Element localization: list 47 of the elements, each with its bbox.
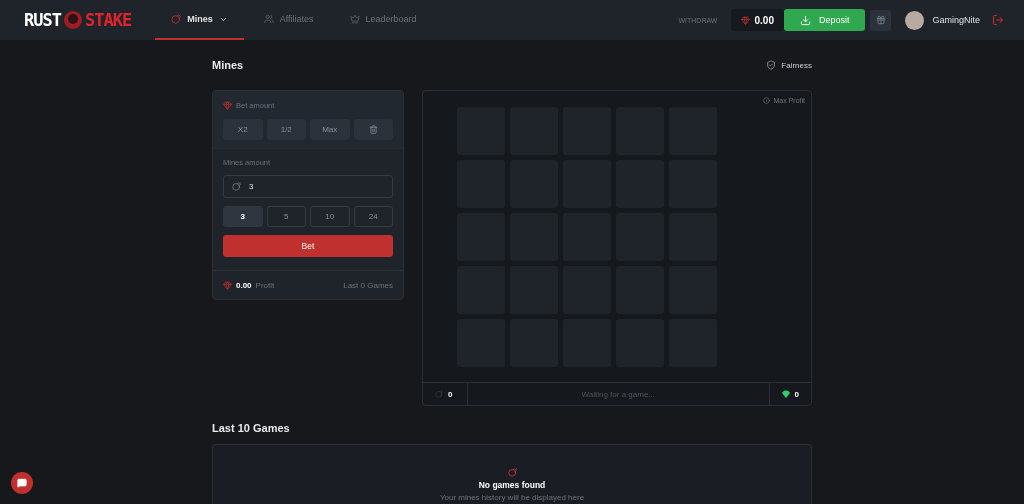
mine-icon bbox=[507, 468, 517, 477]
mines-option-button[interactable]: 10 bbox=[310, 206, 350, 227]
bet-modifier-button[interactable]: 1/2 bbox=[266, 119, 306, 140]
empty-title: No games found bbox=[478, 480, 546, 490]
mines-option-button[interactable]: 5 bbox=[266, 206, 306, 227]
people-icon bbox=[263, 14, 274, 24]
mine-icon bbox=[435, 390, 443, 398]
nav-tab[interactable]: Leaderboard bbox=[333, 0, 433, 40]
logo-text: STAKE bbox=[84, 10, 132, 30]
gem-icon bbox=[223, 101, 232, 110]
shield-icon bbox=[766, 60, 777, 70]
gift-icon bbox=[875, 15, 886, 25]
gems-count: 0 bbox=[794, 389, 799, 399]
logout-icon[interactable] bbox=[992, 14, 1004, 26]
trash-icon bbox=[368, 125, 378, 134]
mine-icon bbox=[232, 182, 241, 191]
gem-icon bbox=[781, 390, 790, 398]
nav-tab[interactable]: Affiliates bbox=[247, 0, 330, 40]
crown-icon bbox=[349, 14, 360, 24]
mine-icon bbox=[171, 14, 182, 24]
gem-icon bbox=[223, 280, 232, 290]
empty-message: Your mines history will be displayed here bbox=[439, 493, 585, 502]
avatar[interactable] bbox=[905, 10, 925, 30]
chat-icon bbox=[17, 478, 27, 488]
fairness-link[interactable]: Fairness bbox=[766, 60, 812, 70]
profit-value: 0.00 bbox=[236, 280, 252, 290]
section-title: Last 10 Games bbox=[212, 422, 290, 434]
page-title: Mines bbox=[212, 59, 244, 71]
gem-icon bbox=[741, 15, 751, 25]
clear-button[interactable] bbox=[353, 119, 393, 140]
nav-tab[interactable]: Mines bbox=[155, 0, 244, 40]
balance-display: 0.00 bbox=[731, 9, 784, 31]
chat-button[interactable] bbox=[11, 472, 33, 494]
bet-button[interactable]: Bet bbox=[223, 235, 393, 257]
gift-button[interactable] bbox=[870, 9, 892, 31]
logo-text: RUST bbox=[24, 10, 61, 30]
bet-modifier-button[interactable]: X2 bbox=[223, 119, 263, 140]
bet-modifier-button[interactable]: Max bbox=[310, 119, 350, 140]
mines-option-button[interactable]: 3 bbox=[223, 206, 263, 227]
download-icon bbox=[799, 14, 811, 26]
profit-label: Profit bbox=[255, 280, 275, 290]
deposit-button[interactable]: Deposit bbox=[783, 9, 866, 31]
mines-input[interactable]: 3 bbox=[223, 175, 393, 198]
info-icon bbox=[763, 97, 771, 104]
mines-count: 0 bbox=[448, 389, 453, 399]
mines-option-button[interactable]: 24 bbox=[353, 206, 393, 227]
username[interactable]: GamingNite bbox=[932, 15, 980, 25]
